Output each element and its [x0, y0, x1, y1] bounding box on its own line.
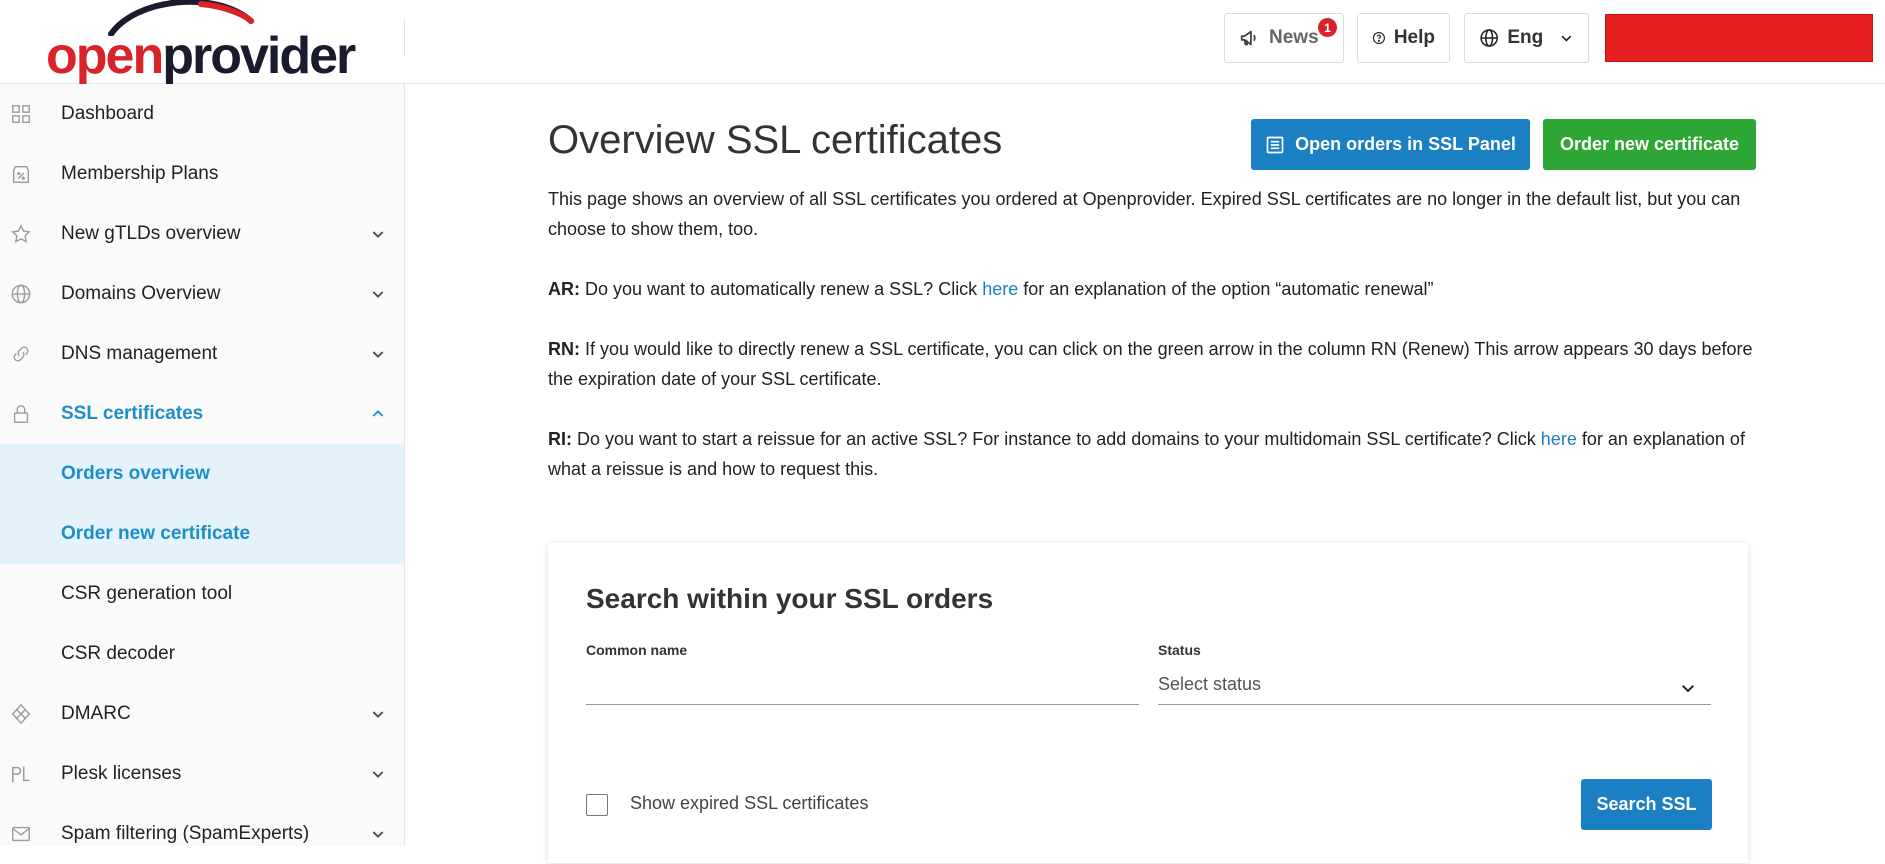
search-ssl-button[interactable]: Search SSL: [1581, 779, 1712, 830]
sidebar-item-membership-plans[interactable]: Membership Plans: [0, 144, 404, 204]
status-select[interactable]: Select status: [1158, 665, 1711, 705]
sidebar-item-csr-generation-tool[interactable]: CSR generation tool: [0, 564, 404, 624]
common-name-input[interactable]: [586, 665, 1139, 705]
order-new-certificate-button[interactable]: Order new certificate: [1543, 119, 1756, 170]
plesk-icon: [12, 766, 30, 783]
account-menu[interactable]: [1605, 14, 1873, 62]
sidebar-item-label: DNS management: [61, 343, 218, 364]
status-label: Status: [1158, 642, 1201, 658]
sidebar-item-label: Spam filtering (SpamExperts): [61, 823, 310, 844]
mail-icon: [12, 826, 30, 842]
order-new-certificate-label: Order new certificate: [1559, 134, 1740, 154]
ar-paragraph: AR: Do you want to automatically renew a…: [548, 274, 1758, 304]
chevron-down-icon: [372, 351, 384, 358]
open-ssl-panel-button[interactable]: Open orders in SSL Panel: [1251, 119, 1530, 170]
sidebar-item-order-new-certificate[interactable]: Order new certificate: [0, 504, 404, 564]
link-icon: [13, 346, 29, 362]
globe-icon: [11, 284, 31, 304]
logo-part-open: open: [46, 27, 164, 85]
chevron-up-icon: [372, 410, 384, 417]
sidebar-item-dmarc[interactable]: DMARC: [0, 684, 404, 744]
sidebar-item-orders-overview[interactable]: Orders overview: [0, 444, 404, 504]
openprovider-logo[interactable]: openprovider: [46, 0, 356, 85]
grid-icon: [12, 105, 30, 123]
chevron-down-icon: [372, 831, 384, 838]
rn-prefix: RN:: [548, 339, 580, 359]
sidebar-item-label: Orders overview: [61, 463, 210, 484]
language-label: Eng: [1507, 27, 1544, 48]
search-ssl-label: Search SSL: [1596, 794, 1697, 814]
news-button[interactable]: News 1: [1224, 13, 1344, 63]
ar-here-link[interactable]: here: [982, 279, 1018, 299]
status-select-value: Select status: [1158, 674, 1262, 694]
list-icon: [1266, 136, 1284, 153]
sidebar-item-label: SSL certificates: [61, 403, 204, 424]
sidebar-item-domains-overview[interactable]: Domains Overview: [0, 264, 404, 324]
chevron-down-icon: [372, 231, 384, 238]
ri-prefix: RI:: [548, 429, 572, 449]
sidebar-item-label: CSR decoder: [61, 643, 176, 664]
sidebar-item-label: DMARC: [61, 703, 131, 724]
ar-text-2: for an explanation of the option “automa…: [1018, 279, 1434, 299]
sidebar-item-ssl-certificates[interactable]: SSL certificates: [0, 384, 404, 444]
sidebar-item-spam-filtering[interactable]: Spam filtering (SpamExperts): [0, 804, 404, 864]
sidebar-item-new-gtlds[interactable]: New gTLDs overview: [0, 204, 404, 264]
common-name-label: Common name: [586, 642, 688, 658]
globe-icon: [1480, 29, 1498, 47]
ar-prefix: AR:: [548, 279, 580, 299]
megaphone-icon: [1240, 30, 1256, 46]
sidebar-item-label: Dashboard: [61, 103, 154, 124]
sidebar-item-csr-decoder[interactable]: CSR decoder: [0, 624, 404, 684]
chevron-down-icon: [372, 711, 384, 718]
sidebar-item-dashboard[interactable]: Dashboard: [0, 84, 404, 144]
sidebar-item-plesk-licenses[interactable]: Plesk licenses: [0, 744, 404, 804]
logo-wordmark: openprovider: [46, 27, 356, 85]
language-selector[interactable]: Eng: [1464, 13, 1589, 63]
intro-paragraph: This page shows an overview of all SSL c…: [548, 189, 1741, 239]
ri-paragraph: RI: Do you want to start a reissue for a…: [548, 424, 1758, 484]
news-label: News: [1269, 27, 1319, 48]
sidebar: Dashboard Membership Plans New gTLDs ove…: [0, 84, 405, 846]
percent-tag-icon: [12, 165, 30, 183]
chevron-down-icon: [1561, 35, 1572, 42]
search-card-title: Search within your SSL orders: [586, 583, 994, 614]
sidebar-item-label: Order new certificate: [61, 523, 251, 544]
star-icon: [11, 224, 31, 243]
chevron-down-icon: [1682, 685, 1694, 693]
header-divider: [404, 20, 405, 56]
sidebar-item-label: CSR generation tool: [61, 583, 233, 604]
sidebar-item-label: New gTLDs overview: [61, 223, 241, 244]
help-label: Help: [1393, 27, 1435, 48]
chevron-down-icon: [372, 771, 384, 778]
page-title: Overview SSL certificates: [548, 118, 1003, 162]
sidebar-item-label: Membership Plans: [61, 163, 219, 184]
rn-paragraph: RN: If you would like to directly renew …: [548, 334, 1758, 394]
ar-text-1: Do you want to automatically renew a SSL…: [580, 279, 983, 299]
lock-icon: [13, 405, 29, 423]
sidebar-item-label: Domains Overview: [61, 283, 221, 304]
help-button[interactable]: Help: [1357, 13, 1450, 63]
sidebar-item-label: Plesk licenses: [61, 763, 182, 784]
ri-here-link[interactable]: here: [1541, 429, 1577, 449]
show-expired-label: Show expired SSL certificates: [630, 793, 869, 813]
news-badge: 1: [1318, 18, 1337, 37]
chevron-down-icon: [372, 291, 384, 298]
top-bar: openprovider News 1 Help Eng: [0, 0, 1885, 84]
search-card: Search within your SSL orders Common nam…: [548, 543, 1748, 863]
ri-text-1: Do you want to start a reissue for an ac…: [572, 429, 1541, 449]
main-content: Overview SSL certificates Open orders in…: [405, 84, 1885, 863]
question-circle-icon: [1372, 31, 1385, 45]
sidebar-item-dns-management[interactable]: DNS management: [0, 324, 404, 384]
show-expired-checkbox[interactable]: [586, 794, 608, 816]
rn-text: If you would like to directly renew a SS…: [548, 339, 1753, 389]
logo-part-provider: provider: [162, 27, 356, 85]
diamond-icon: [11, 703, 31, 725]
open-ssl-panel-label: Open orders in SSL Panel: [1295, 134, 1516, 154]
